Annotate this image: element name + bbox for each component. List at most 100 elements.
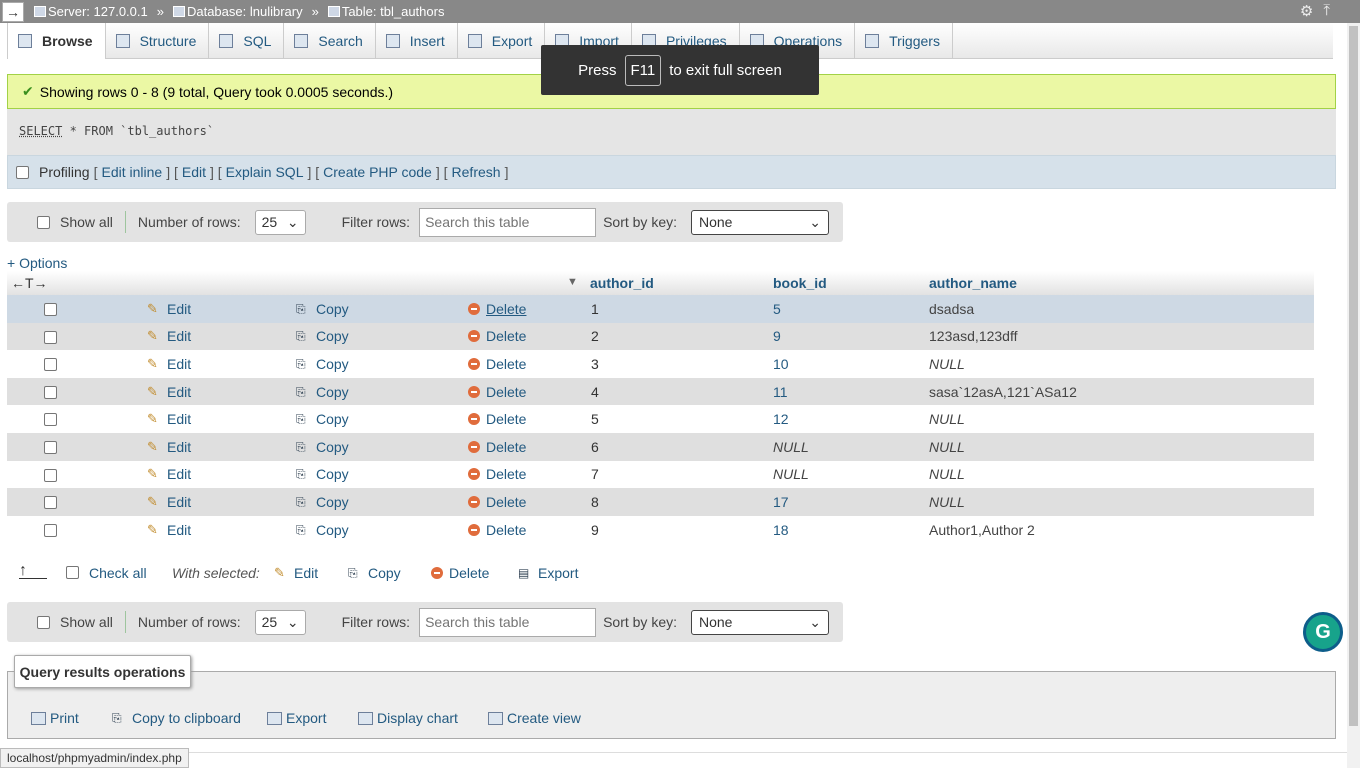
row-copy-button[interactable]: ⎘ Copy xyxy=(296,411,349,427)
options-link[interactable]: + Options xyxy=(7,255,67,271)
table-row[interactable]: ✎ Edit ⎘ Copy Delete 9 18 Author1,Author 2 xyxy=(7,515,1314,544)
row-checkbox[interactable] xyxy=(44,413,57,427)
row-edit-button[interactable]: ✎ Edit xyxy=(147,411,191,427)
export-results-button[interactable]: Export xyxy=(267,710,326,726)
tab-structure[interactable]: Structure xyxy=(106,23,210,59)
cell-book-id[interactable]: 18 xyxy=(773,522,789,538)
profiling-checkbox[interactable] xyxy=(16,165,29,179)
table-row[interactable]: ✎ Edit ⎘ Copy Delete 7 NULL NULL xyxy=(7,460,1314,489)
grammarly-button[interactable]: G xyxy=(1303,612,1343,652)
row-edit-button[interactable]: ✎ Edit xyxy=(147,466,191,482)
edit-inline-link[interactable]: Edit inline xyxy=(101,164,162,180)
cell-author-name[interactable]: Author1,Author 2 xyxy=(929,522,1035,538)
gear-icon[interactable]: ⚙ xyxy=(1300,2,1313,20)
cell-author-id[interactable]: 8 xyxy=(591,494,599,510)
filter-rows-input[interactable]: Search this table xyxy=(419,607,597,637)
show-all-checkbox[interactable] xyxy=(37,215,50,229)
explain-sql-link[interactable]: Explain SQL xyxy=(226,164,304,180)
breadcrumb-table[interactable]: Table: tbl_authors xyxy=(327,4,445,19)
row-edit-button[interactable]: ✎ Edit xyxy=(147,494,191,510)
sort-triangle-icon[interactable]: ▼ xyxy=(567,276,578,288)
tab-triggers[interactable]: Triggers xyxy=(855,23,953,59)
row-delete-button[interactable]: Delete xyxy=(468,439,526,455)
cell-book-id[interactable]: 17 xyxy=(773,494,789,510)
row-copy-button[interactable]: ⎘ Copy xyxy=(296,301,349,317)
row-delete-button[interactable]: Delete xyxy=(468,466,526,482)
column-header-author-id[interactable]: author_id xyxy=(590,275,654,291)
bulk-copy-button[interactable]: ⎘ Copy xyxy=(348,565,401,581)
table-row[interactable]: ✎ Edit ⎘ Copy Delete 6 NULL NULL xyxy=(7,432,1314,461)
cell-author-name[interactable]: NULL xyxy=(929,494,965,510)
row-checkbox[interactable] xyxy=(44,440,57,454)
row-checkbox[interactable] xyxy=(44,358,57,372)
cell-author-name[interactable]: NULL xyxy=(929,356,965,372)
cell-author-id[interactable]: 4 xyxy=(591,384,599,400)
cell-author-name[interactable]: NULL xyxy=(929,466,965,482)
cell-book-id[interactable]: 10 xyxy=(773,356,789,372)
row-edit-button[interactable]: ✎ Edit xyxy=(147,356,191,372)
tab-insert[interactable]: Insert xyxy=(376,23,458,59)
table-row[interactable]: ✎ Edit ⎘ Copy Delete 4 11 sasa`12asA,121`ASa12 xyxy=(7,377,1314,406)
edit-query-link[interactable]: Edit xyxy=(182,164,206,180)
cell-author-name[interactable]: sasa`12asA,121`ASa12 xyxy=(929,384,1077,400)
breadcrumb-server-label[interactable]: Server: 127.0.0.1 xyxy=(48,4,148,19)
table-row[interactable]: ✎ Edit ⎘ Copy Delete 2 9 123asd,123dff xyxy=(7,322,1314,351)
check-all-checkbox[interactable] xyxy=(66,566,79,579)
cell-author-id[interactable]: 7 xyxy=(591,466,599,482)
row-checkbox[interactable] xyxy=(44,330,57,344)
table-row[interactable]: ✎ Edit ⎘ Copy Delete 5 12 NULL xyxy=(7,405,1314,433)
cell-book-id[interactable]: 12 xyxy=(773,411,789,427)
row-delete-button[interactable]: Delete xyxy=(468,301,526,317)
check-all-label[interactable]: Check all xyxy=(89,565,147,581)
tab-sql[interactable]: SQL xyxy=(209,23,285,59)
cell-author-name[interactable]: NULL xyxy=(929,439,965,455)
create-view-button[interactable]: Create view xyxy=(488,710,581,726)
bulk-delete-button[interactable]: Delete xyxy=(431,565,489,581)
row-delete-button[interactable]: Delete xyxy=(468,384,526,400)
cell-author-id[interactable]: 2 xyxy=(591,328,599,344)
collapse-icon[interactable]: ⤒ xyxy=(1323,2,1330,20)
bulk-export-button[interactable]: ▤ Export xyxy=(518,565,578,581)
breadcrumb-database-label[interactable]: Database: lnulibrary xyxy=(187,4,303,19)
refresh-link[interactable]: Refresh xyxy=(452,164,501,180)
row-copy-button[interactable]: ⎘ Copy xyxy=(296,494,349,510)
row-copy-button[interactable]: ⎘ Copy xyxy=(296,439,349,455)
cell-book-id[interactable]: NULL xyxy=(773,466,809,482)
cell-author-name[interactable]: NULL xyxy=(929,411,965,427)
row-copy-button[interactable]: ⎘ Copy xyxy=(296,466,349,482)
cell-book-id[interactable]: 5 xyxy=(773,301,781,317)
cell-author-id[interactable]: 6 xyxy=(591,439,599,455)
cell-author-name[interactable]: dsadsa xyxy=(929,301,974,317)
cell-author-id[interactable]: 1 xyxy=(591,301,599,317)
sort-by-key-select[interactable]: None ⌄ xyxy=(691,209,829,235)
row-copy-button[interactable]: ⎘ Copy xyxy=(296,356,349,372)
row-copy-button[interactable]: ⎘ Copy xyxy=(296,384,349,400)
table-row[interactable]: ✎ Edit ⎘ Copy Delete 3 10 NULL xyxy=(7,350,1314,378)
row-checkbox[interactable] xyxy=(44,496,57,510)
breadcrumb-table-label[interactable]: Table: tbl_authors xyxy=(342,4,445,19)
tab-search[interactable]: Search xyxy=(284,23,376,59)
row-checkbox[interactable] xyxy=(44,468,57,482)
sort-by-key-select[interactable]: None ⌄ xyxy=(691,609,829,635)
row-checkbox[interactable] xyxy=(44,385,57,399)
cell-author-id[interactable]: 5 xyxy=(591,411,599,427)
row-edit-button[interactable]: ✎ Edit xyxy=(147,522,191,538)
row-edit-button[interactable]: ✎ Edit xyxy=(147,439,191,455)
row-delete-button[interactable]: Delete xyxy=(468,411,526,427)
cell-book-id[interactable]: 9 xyxy=(773,328,781,344)
row-checkbox[interactable] xyxy=(44,523,57,537)
create-php-code-link[interactable]: Create PHP code xyxy=(323,164,432,180)
number-of-rows-select[interactable]: 25 ⌄ xyxy=(254,209,306,235)
tab-export[interactable]: Export xyxy=(458,23,546,59)
show-all-checkbox[interactable] xyxy=(37,615,50,629)
table-row[interactable]: ✎ Edit ⎘ Copy Delete 8 17 NULL xyxy=(7,488,1314,516)
row-edit-button[interactable]: ✎ Edit xyxy=(147,328,191,344)
query-results-operations-title[interactable]: Query results operations xyxy=(14,655,191,688)
collapse-nav-button[interactable]: → xyxy=(2,1,24,22)
row-delete-button[interactable]: Delete xyxy=(468,328,526,344)
filter-rows-input[interactable]: Search this table xyxy=(419,207,597,237)
column-resize-arrows[interactable]: ←T→ xyxy=(11,275,48,291)
breadcrumb-server[interactable]: Server: 127.0.0.1 xyxy=(34,4,148,19)
table-row[interactable]: ✎ Edit ⎘ Copy Delete 1 5 dsadsa xyxy=(7,295,1314,323)
tab-browse[interactable]: Browse xyxy=(7,23,106,59)
